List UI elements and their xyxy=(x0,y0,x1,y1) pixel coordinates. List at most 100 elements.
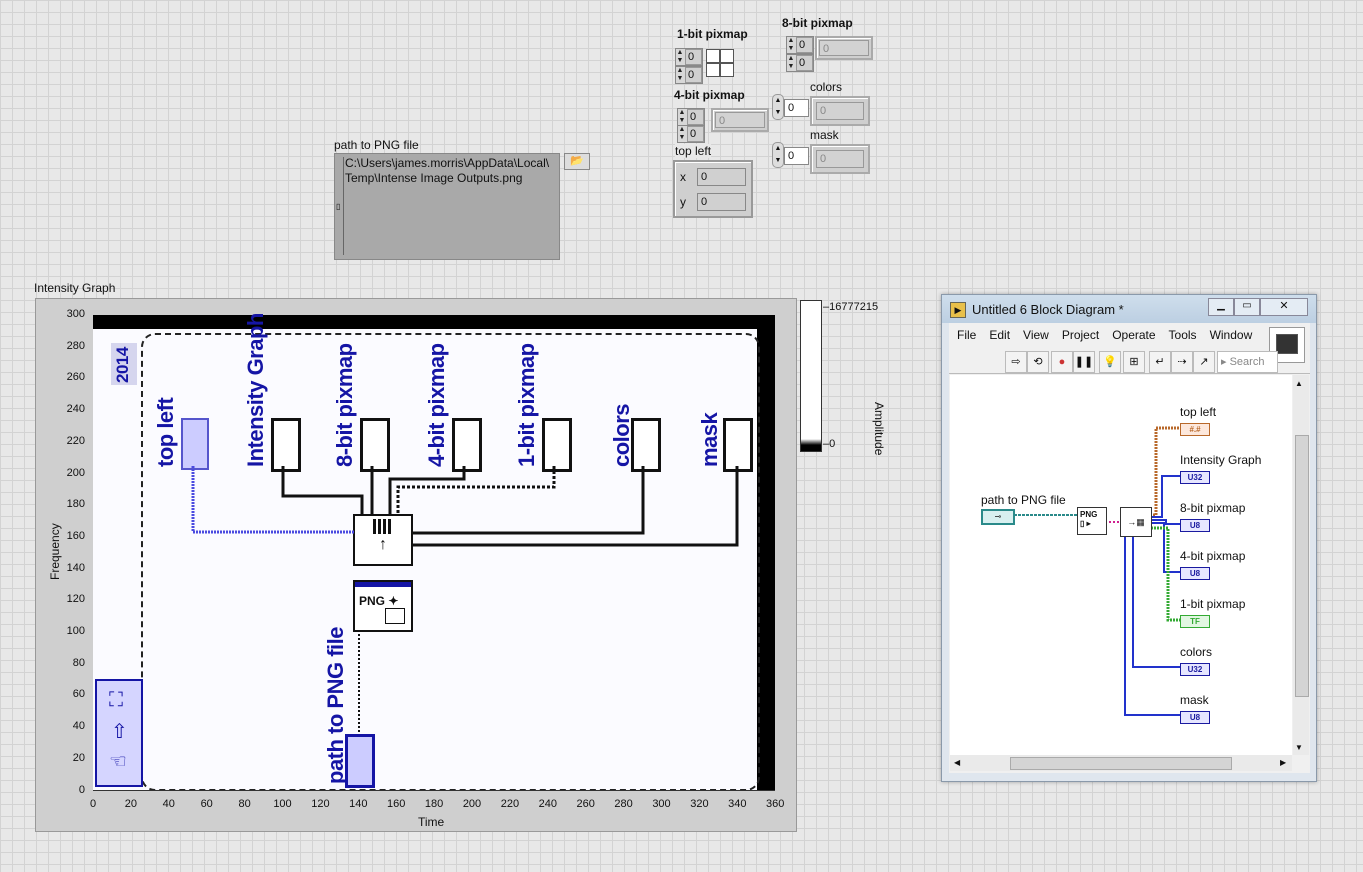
eightbit-array[interactable]: 0 xyxy=(815,36,873,60)
bd-term-colors[interactable]: U32 xyxy=(1180,663,1210,676)
x-tick-label: 80 xyxy=(238,798,251,810)
bd-term-path[interactable]: ⊸ xyxy=(981,509,1015,525)
y-axis-label: Frequency xyxy=(48,523,62,580)
run-continuously-button[interactable]: ⟲ xyxy=(1027,351,1049,373)
bd-label-4bit: 4-bit pixmap xyxy=(1180,549,1246,563)
bd-label-colors: colors xyxy=(1180,645,1213,659)
x-value[interactable]: 0 xyxy=(697,168,746,186)
stop-icon: ● xyxy=(1058,356,1066,368)
fourbit-label: 4-bit pixmap xyxy=(674,88,745,102)
path-line-2: Temp\Intense Image Outputs.png xyxy=(345,171,523,185)
bd-label-mask: mask xyxy=(1180,693,1209,707)
file-icon: ▯ ▸ xyxy=(1080,519,1091,528)
step-into-button[interactable]: ↵ xyxy=(1149,351,1171,373)
topleft-cluster: x 0 y 0 xyxy=(673,160,753,218)
y-tick-label: 20 xyxy=(72,751,85,764)
scroll-up-icon: ▲ xyxy=(1295,379,1303,388)
minimize-button[interactable]: ▁ xyxy=(1208,298,1234,316)
path-control[interactable]: C:\Users\james.morris\AppData\Local\ Tem… xyxy=(334,153,560,260)
bd-term-1bit[interactable]: TF xyxy=(1180,615,1210,628)
scroll-down-icon: ▼ xyxy=(1295,743,1303,752)
bd-label-8bit: 8-bit pixmap xyxy=(1180,501,1246,515)
bd-term-mask[interactable]: U8 xyxy=(1180,711,1210,724)
bd-term-top-left[interactable]: #.# xyxy=(1180,423,1210,436)
y-tick-label: 180 xyxy=(66,498,85,511)
fourbit-cols-control[interactable]: ▲ ▼ 0 xyxy=(677,125,705,143)
plot-area[interactable]: 2014 top left Intensity Graph 8-bit pixm… xyxy=(93,313,775,791)
maximize-button[interactable]: ▭ xyxy=(1234,298,1260,316)
step-over-button[interactable]: ⇢ xyxy=(1171,351,1193,373)
bd-unflatten-node[interactable]: →▦ xyxy=(1120,507,1152,537)
scroll-left-icon: ◀ xyxy=(954,758,961,767)
menu-edit[interactable]: Edit xyxy=(989,328,1010,342)
unflatten-icon: →▦ xyxy=(1127,517,1145,527)
x-label: x xyxy=(680,170,686,184)
colors-index-stepper[interactable]: ▲ ▼ xyxy=(772,94,784,120)
eightbit-cols-control[interactable]: ▲ ▼ 0 xyxy=(786,54,814,72)
fourbit-array[interactable]: 0 xyxy=(711,108,769,132)
vertical-scroll-thumb[interactable] xyxy=(1295,435,1309,697)
color-scale[interactable] xyxy=(800,300,822,452)
bd-term-intensity-graph[interactable]: U32 xyxy=(1180,471,1210,484)
menu-bar: File Edit View Project Operate Tools Window xyxy=(957,328,1265,342)
x-tick-label: 160 xyxy=(387,798,406,810)
window-body: File Edit View Project Operate Tools Window ⇨ … xyxy=(949,323,1310,773)
menu-window[interactable]: Window xyxy=(1210,328,1253,342)
menu-file[interactable]: File xyxy=(957,328,976,342)
x-tick-label: 340 xyxy=(728,798,747,810)
colors-index[interactable]: 0 xyxy=(784,99,809,117)
onebit-rows-control[interactable]: ▲ ▼ 0 xyxy=(675,48,703,66)
mask-array[interactable]: 0 xyxy=(810,144,870,174)
scale-max: –16777215 xyxy=(823,301,879,313)
bd-term-8bit[interactable]: U8 xyxy=(1180,519,1210,532)
onebit-label: 1-bit pixmap xyxy=(677,27,748,41)
x-tick-label: 40 xyxy=(162,798,175,810)
horizontal-scrollbar[interactable]: ◀ ▶ xyxy=(950,755,1292,771)
y-tick-label: 0 xyxy=(78,783,85,796)
pause-icon: ❚❚ xyxy=(1074,356,1094,368)
mask-index-stepper[interactable]: ▲ ▼ xyxy=(772,142,784,168)
step-out-button[interactable]: ↗ xyxy=(1193,351,1215,373)
path-line-1: C:\Users\james.morris\AppData\Local\ xyxy=(345,156,550,170)
toolbar: ⇨ ⟲ ● ❚❚ 💡 ⊞ ↵ ⇢ ↗ ▸ Search xyxy=(1005,351,1278,373)
y-tick-label: 120 xyxy=(66,593,85,606)
plot-image: 2014 top left Intensity Graph 8-bit pixm… xyxy=(93,313,760,791)
x-tick-label: 220 xyxy=(500,798,520,810)
bd-term-4bit[interactable]: U8 xyxy=(1180,567,1210,580)
menu-project[interactable]: Project xyxy=(1062,328,1099,342)
path-icon: ⊸ xyxy=(994,512,1002,521)
bd-label-1bit: 1-bit pixmap xyxy=(1180,597,1246,611)
mask-index[interactable]: 0 xyxy=(784,147,809,165)
x-tick-label: 360 xyxy=(766,798,785,810)
browse-folder-button[interactable]: 📂 xyxy=(564,153,590,170)
probe-icon: ⊞ xyxy=(1129,356,1139,368)
x-tick-label: 240 xyxy=(538,798,557,810)
menu-tools[interactable]: Tools xyxy=(1169,328,1197,342)
y-value[interactable]: 0 xyxy=(697,193,746,211)
x-tick-label: 300 xyxy=(652,798,671,810)
diagram-canvas[interactable]: top left #.# Intensity Graph U32 8-bit p… xyxy=(950,375,1292,755)
retain-wire-values-button[interactable]: ⊞ xyxy=(1123,351,1145,373)
highlight-execution-button[interactable]: 💡 xyxy=(1099,351,1121,373)
fourbit-rows-control[interactable]: ▲ ▼ 0 xyxy=(677,108,705,126)
title-bar[interactable]: ▶ Untitled 6 Block Diagram * ▁ ▭ ✕ xyxy=(942,295,1316,323)
search-box[interactable]: ▸ Search xyxy=(1217,351,1278,373)
close-button[interactable]: ✕ xyxy=(1260,298,1308,316)
y-tick-label: 200 xyxy=(66,466,85,479)
graph-title: Intensity Graph xyxy=(34,281,116,295)
eightbit-rows-control[interactable]: ▲ ▼ 0 xyxy=(786,36,814,54)
bd-read-png-node[interactable]: PNG ▯ ▸ xyxy=(1077,507,1107,535)
run-button[interactable]: ⇨ xyxy=(1005,351,1027,373)
x-tick-label: 260 xyxy=(576,798,595,810)
colors-array[interactable]: 0 xyxy=(810,96,870,126)
step-over-icon: ⇢ xyxy=(1177,356,1187,368)
pause-button[interactable]: ❚❚ xyxy=(1073,351,1095,373)
onebit-cols-control[interactable]: ▲ ▼ 0 xyxy=(675,66,703,84)
vertical-scrollbar[interactable]: ▲ ▼ xyxy=(1293,375,1309,755)
menu-view[interactable]: View xyxy=(1023,328,1049,342)
menu-operate[interactable]: Operate xyxy=(1112,328,1155,342)
eightbit-label: 8-bit pixmap xyxy=(782,16,853,30)
horizontal-scroll-thumb[interactable] xyxy=(1010,757,1232,770)
abort-button[interactable]: ● xyxy=(1051,351,1073,373)
x-tick-label: 140 xyxy=(349,798,368,810)
